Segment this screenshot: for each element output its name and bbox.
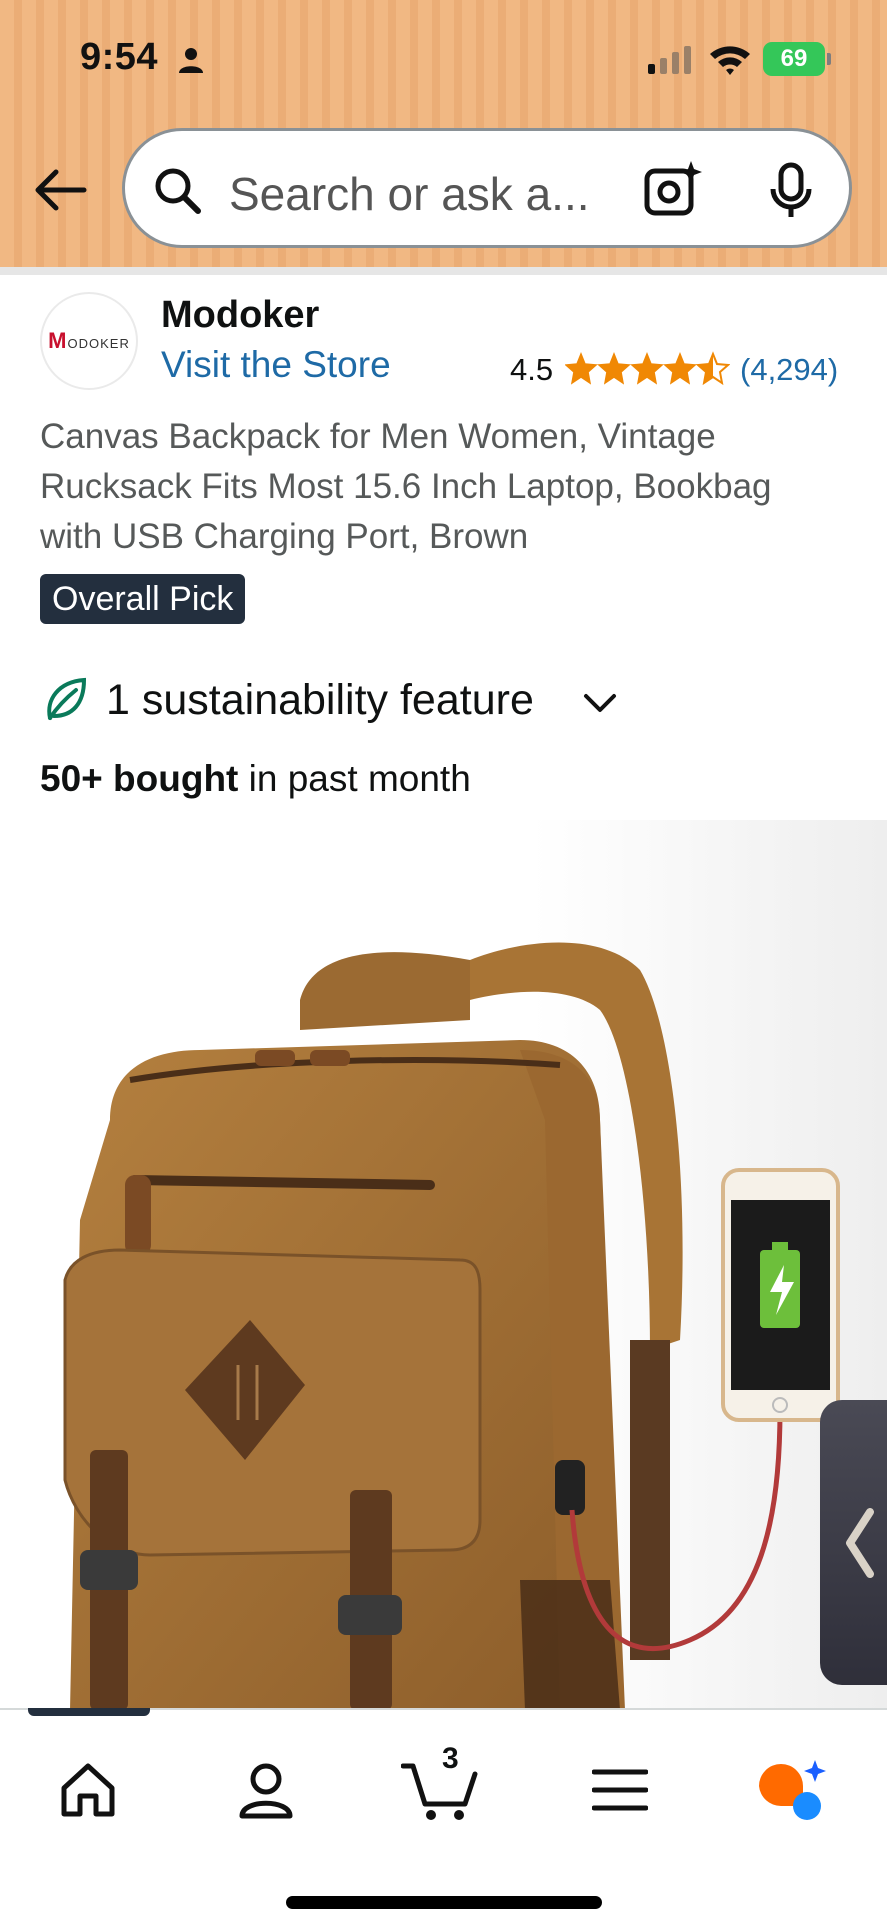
bottom-nav: 3	[0, 1708, 887, 1920]
rating-count-link[interactable]: (4,294)	[740, 352, 838, 388]
home-icon	[61, 1763, 115, 1817]
nav-home[interactable]	[48, 1750, 128, 1830]
search-bar[interactable]: Search or ask a...	[122, 128, 852, 248]
search-input[interactable]: Search or ask a...	[229, 167, 590, 221]
battery-indicator: 69	[763, 42, 831, 76]
signal-icon	[648, 46, 691, 74]
cart-count: 3	[442, 1742, 459, 1775]
back-button[interactable]	[30, 160, 90, 220]
side-panel-handle[interactable]	[820, 1400, 887, 1685]
rufus-assistant-icon	[759, 1760, 826, 1820]
rating-value: 4.5	[510, 352, 554, 387]
status-bar: 9:54 69	[0, 0, 887, 120]
home-indicator	[286, 1896, 602, 1909]
header: 9:54 69 Search or ask a...	[0, 0, 887, 275]
overall-pick-badge: Overall Pick	[40, 574, 246, 624]
status-time: 9:54	[80, 36, 159, 78]
product-image[interactable]	[0, 820, 887, 1710]
backpack-illustration	[0, 820, 887, 1710]
person-icon	[179, 48, 203, 73]
bought-count: 50+ bought	[40, 758, 239, 799]
nav-cart[interactable]	[400, 1750, 480, 1830]
nav-rufus[interactable]	[752, 1750, 832, 1830]
nav-account[interactable]	[226, 1750, 306, 1830]
wifi-icon	[710, 46, 750, 75]
sustainability-feature-toggle[interactable]: 1 sustainability feature	[106, 676, 534, 725]
leaf-icon	[47, 677, 87, 720]
account-icon	[239, 1763, 293, 1819]
brand-name: Modoker	[161, 294, 320, 336]
bought-suffix: in past month	[238, 758, 471, 799]
active-tab-indicator	[28, 1708, 150, 1716]
brand-logo-initial: M	[48, 328, 68, 353]
menu-icon	[592, 1769, 648, 1811]
battery-level: 69	[780, 45, 808, 72]
visit-store-link[interactable]: Visit the Store	[161, 344, 391, 386]
search-icon	[155, 168, 201, 214]
cart-icon	[401, 1763, 478, 1820]
brand-logo-text: ODOKER	[67, 336, 130, 351]
product-title: Canvas Backpack for Men Women, Vintage R…	[40, 417, 772, 556]
chevron-left-icon	[846, 1507, 874, 1578]
camera-search-icon[interactable]	[643, 159, 703, 219]
star-rating[interactable]	[565, 350, 730, 386]
microphone-icon[interactable]	[765, 161, 817, 221]
bought-past-month: 50+ bought in past month	[40, 758, 471, 800]
nav-menu[interactable]	[580, 1750, 660, 1830]
brand-logo[interactable]: MODOKER	[40, 292, 138, 390]
chevron-down-icon[interactable]	[582, 690, 618, 716]
back-arrow-icon	[35, 169, 87, 211]
